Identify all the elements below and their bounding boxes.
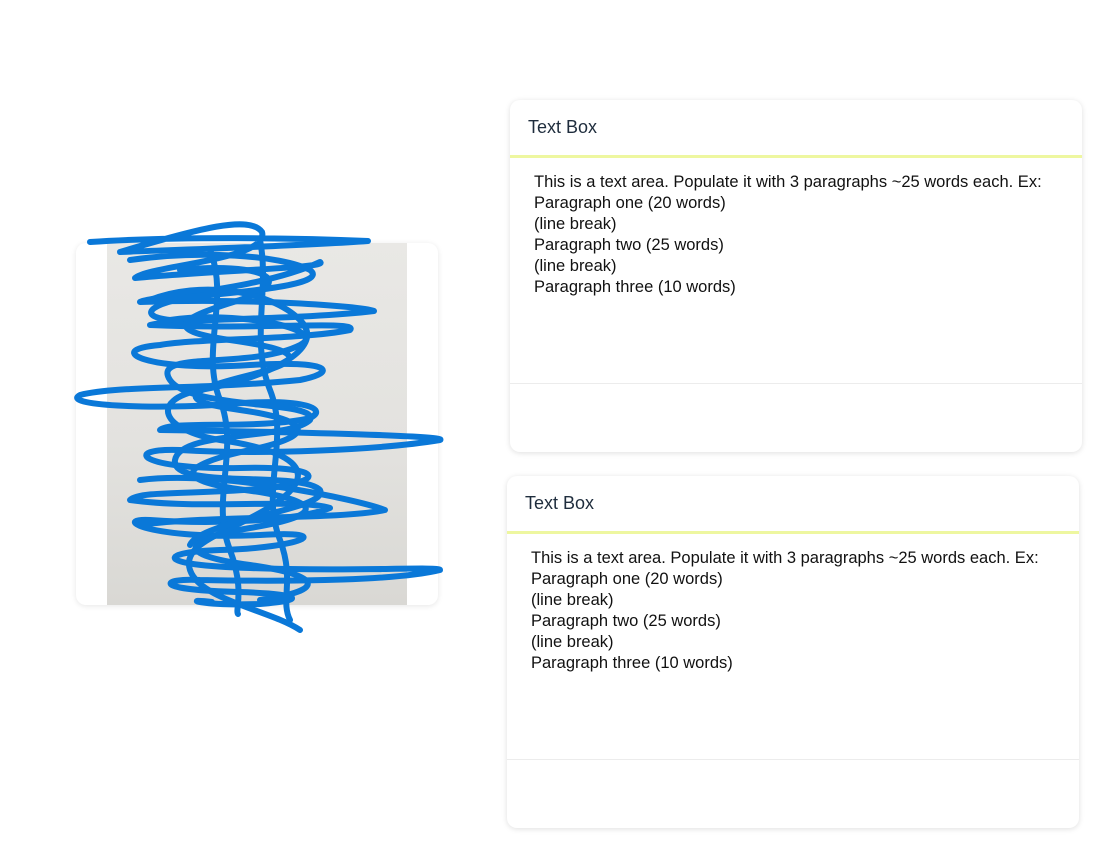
text-box-card-1: Text Box This is a text area. Populate i… bbox=[510, 100, 1082, 452]
text-box-card-2: Text Box This is a text area. Populate i… bbox=[507, 476, 1079, 828]
image-card[interactable] bbox=[76, 243, 438, 605]
card-footer bbox=[507, 760, 1079, 828]
text-area[interactable]: This is a text area. Populate it with 3 … bbox=[510, 158, 1082, 384]
text-box-title: Text Box bbox=[507, 476, 1079, 534]
photo bbox=[107, 243, 407, 605]
text-area[interactable]: This is a text area. Populate it with 3 … bbox=[507, 534, 1079, 760]
text-box-title: Text Box bbox=[510, 100, 1082, 158]
canvas: Text Box This is a text area. Populate i… bbox=[0, 0, 1118, 850]
card-footer bbox=[510, 384, 1082, 452]
